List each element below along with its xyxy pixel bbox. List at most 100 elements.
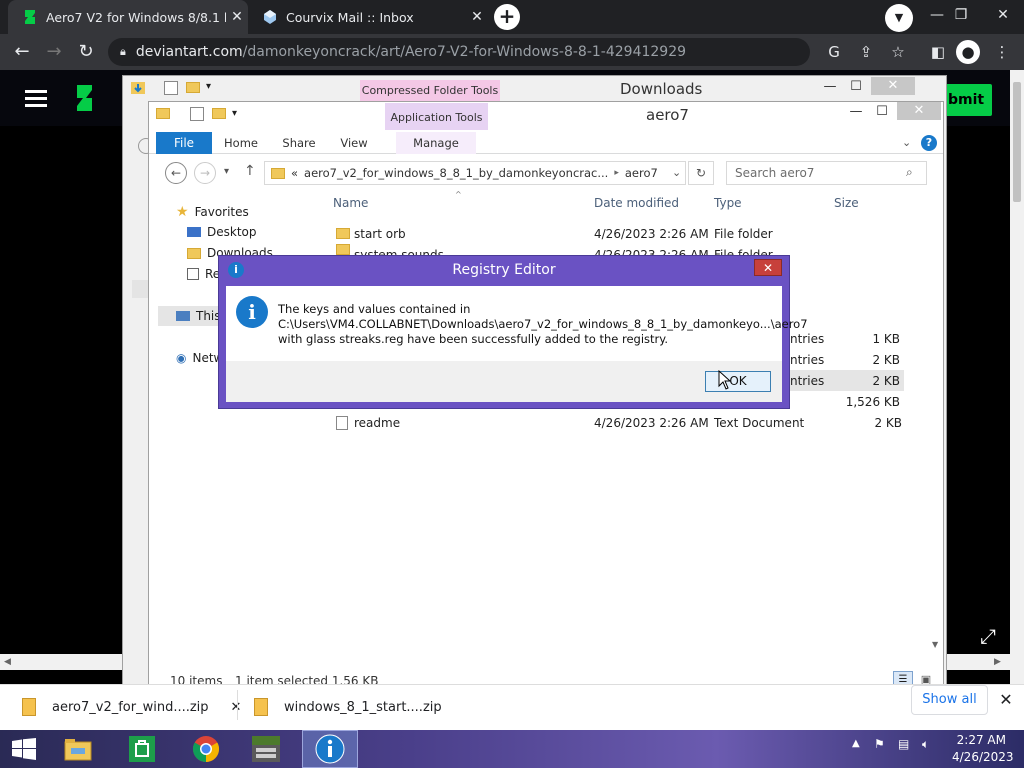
tab-deviantart[interactable]: Aero7 V2 for Windows 8/8.1 by D ✕	[8, 0, 248, 34]
start-button[interactable]	[0, 730, 48, 768]
registry-button-area	[226, 361, 782, 402]
info-icon	[315, 734, 345, 764]
ok-button[interactable]: OK	[705, 371, 771, 392]
tab-search-button[interactable]: ▼	[885, 4, 913, 32]
tab-close-icon[interactable]: ✕	[226, 9, 248, 25]
taskbar-store[interactable]	[116, 730, 168, 768]
close-window-button[interactable]: ✕	[986, 0, 1020, 34]
clock-time[interactable]: 2:27 AM	[956, 733, 1006, 747]
computer-icon	[176, 311, 190, 321]
forward-arrow-icon[interactable]: →	[194, 162, 216, 184]
restore-window-button[interactable]: ❐	[944, 0, 978, 34]
download-item[interactable]: aero7_v2_for_wind....zip ✕	[22, 684, 241, 730]
aero7-close-button[interactable]: ✕	[897, 102, 941, 120]
downloads-maximize-button[interactable]: ☐	[843, 78, 869, 96]
tab-home[interactable]: Home	[220, 132, 262, 154]
ribbon-expand-chevron-icon[interactable]: ⌄	[902, 136, 911, 149]
breadcrumb-current[interactable]: aero7	[625, 166, 658, 180]
hamburger-menu-icon[interactable]	[25, 90, 47, 93]
back-arrow-icon[interactable]: ←	[165, 162, 187, 184]
forward-button[interactable]: →	[42, 40, 66, 64]
column-name[interactable]: Name	[333, 196, 368, 214]
nav-favorites[interactable]: ★ Favorites	[176, 204, 249, 220]
registry-close-button[interactable]: ✕	[754, 259, 782, 276]
reload-button[interactable]: ↻	[74, 40, 98, 64]
file-row[interactable]: ntries 2 KB	[790, 349, 904, 370]
qat-dropdown-icon[interactable]: ▾	[232, 108, 237, 119]
network-tray-icon[interactable]: ▤	[898, 737, 909, 751]
side-panel-icon[interactable]: ◧	[926, 40, 950, 64]
breadcrumb-overflow[interactable]: «	[291, 166, 298, 180]
show-all-downloads-button[interactable]: Show all	[911, 685, 988, 715]
show-hidden-icons-chevron[interactable]: ▲	[852, 738, 860, 749]
help-icon[interactable]: ?	[921, 135, 937, 151]
file-row[interactable]: system sounds 4/26/2023 2:26 AM File fol…	[336, 244, 906, 255]
chrome-menu-icon[interactable]: ⋮	[990, 40, 1014, 64]
close-downloads-bar-icon[interactable]: ✕	[996, 690, 1016, 710]
properties-icon[interactable]	[190, 107, 204, 121]
google-lens-icon[interactable]: G	[822, 40, 846, 64]
folder-icon	[156, 108, 170, 122]
file-list-scroll-down-icon[interactable]: ▼	[932, 640, 938, 649]
compressed-folder-tools-tab[interactable]: Compressed Folder Tools	[360, 80, 500, 102]
volume-muted-icon[interactable]: 🔈︎	[922, 737, 929, 752]
file-row[interactable]: readme 4/26/2023 2:26 AM Text Document 2…	[336, 412, 906, 433]
address-bar[interactable]: 🔒︎ deviantart.com /damonkeyoncrack/art/A…	[108, 38, 810, 66]
nav-network[interactable]: ◉ Netw	[176, 351, 223, 365]
downloads-minimize-button[interactable]: —	[817, 78, 843, 96]
column-date-modified[interactable]: Date modified	[594, 196, 679, 214]
refresh-icon[interactable]: ↻	[688, 161, 714, 185]
file-row[interactable]: start orb 4/26/2023 2:26 AM File folder	[336, 223, 906, 244]
new-tab-button[interactable]: +	[494, 4, 520, 30]
action-center-flag-icon[interactable]: ⚑	[874, 737, 885, 751]
downloads-folder-icon	[187, 247, 201, 259]
tab-share[interactable]: Share	[278, 132, 320, 154]
taskbar-info-app[interactable]	[302, 730, 358, 768]
taskbar-file-explorer[interactable]	[52, 730, 104, 768]
file-row[interactable]: 1,526 KB	[790, 391, 904, 412]
download-item-close-icon[interactable]: ✕	[231, 700, 242, 715]
qat-dropdown-icon[interactable]: ▾	[206, 81, 211, 92]
scroll-right-icon[interactable]: ▶	[994, 654, 1006, 670]
search-icon[interactable]: ⌕	[906, 165, 913, 180]
taskbar-chrome[interactable]	[180, 730, 232, 768]
tab-view[interactable]: View	[334, 132, 374, 154]
breadcrumb-parent[interactable]: aero7_v2_for_windows_8_8_1_by_damonkeyon…	[304, 166, 608, 180]
file-row-selected[interactable]: ntries 2 KB	[790, 370, 904, 391]
tab-courvix-mail[interactable]: Courvix Mail :: Inbox ✕	[248, 0, 488, 34]
tab-file[interactable]: File	[156, 132, 212, 154]
page-scrollbar-vertical[interactable]	[1010, 70, 1024, 684]
new-folder-icon[interactable]	[212, 108, 226, 122]
profile-avatar[interactable]: ●	[956, 40, 980, 64]
aero7-maximize-button[interactable]: ☐	[869, 103, 895, 121]
address-dropdown-icon[interactable]: ⌄	[672, 166, 681, 179]
scroll-left-icon[interactable]: ◀	[4, 654, 16, 670]
nav-recent-places[interactable]: Re	[187, 267, 220, 281]
breadcrumb-separator-icon[interactable]: ▸	[614, 168, 619, 178]
up-arrow-icon[interactable]: ↑	[244, 163, 256, 179]
downloads-close-button[interactable]: ✕	[871, 77, 915, 95]
tab-manage[interactable]: Manage	[396, 132, 476, 154]
expand-fullscreen-icon[interactable]: ⤢	[980, 624, 1004, 648]
nav-this-pc[interactable]: This	[176, 309, 221, 323]
properties-icon[interactable]	[164, 81, 178, 95]
download-item[interactable]: windows_8_1_start....zip	[254, 684, 442, 730]
nav-desktop[interactable]: Desktop	[187, 225, 257, 239]
column-type[interactable]: Type	[714, 196, 742, 214]
share-icon[interactable]: ⇪	[854, 40, 878, 64]
clock-date[interactable]: 4/26/2023	[952, 750, 1014, 764]
aero7-minimize-button[interactable]: —	[843, 103, 869, 121]
search-input[interactable]: Search aero7	[726, 161, 927, 185]
back-button[interactable]: ←	[10, 40, 34, 64]
folder-icon	[186, 82, 200, 96]
column-size[interactable]: Size	[834, 196, 859, 214]
deviantart-logo[interactable]	[74, 84, 94, 112]
recent-locations-chevron-icon[interactable]: ▾	[224, 166, 229, 177]
bookmark-star-icon[interactable]: ☆	[886, 40, 910, 64]
aero7-titlebar	[149, 102, 943, 130]
file-row[interactable]: ntries 1 KB	[790, 328, 904, 349]
address-breadcrumb[interactable]: « aero7_v2_for_windows_8_8_1_by_damonkey…	[264, 161, 686, 185]
application-tools-tab[interactable]: Application Tools	[385, 103, 488, 133]
tab-close-icon[interactable]: ✕	[466, 9, 488, 25]
taskbar-betacraft[interactable]	[240, 730, 292, 768]
